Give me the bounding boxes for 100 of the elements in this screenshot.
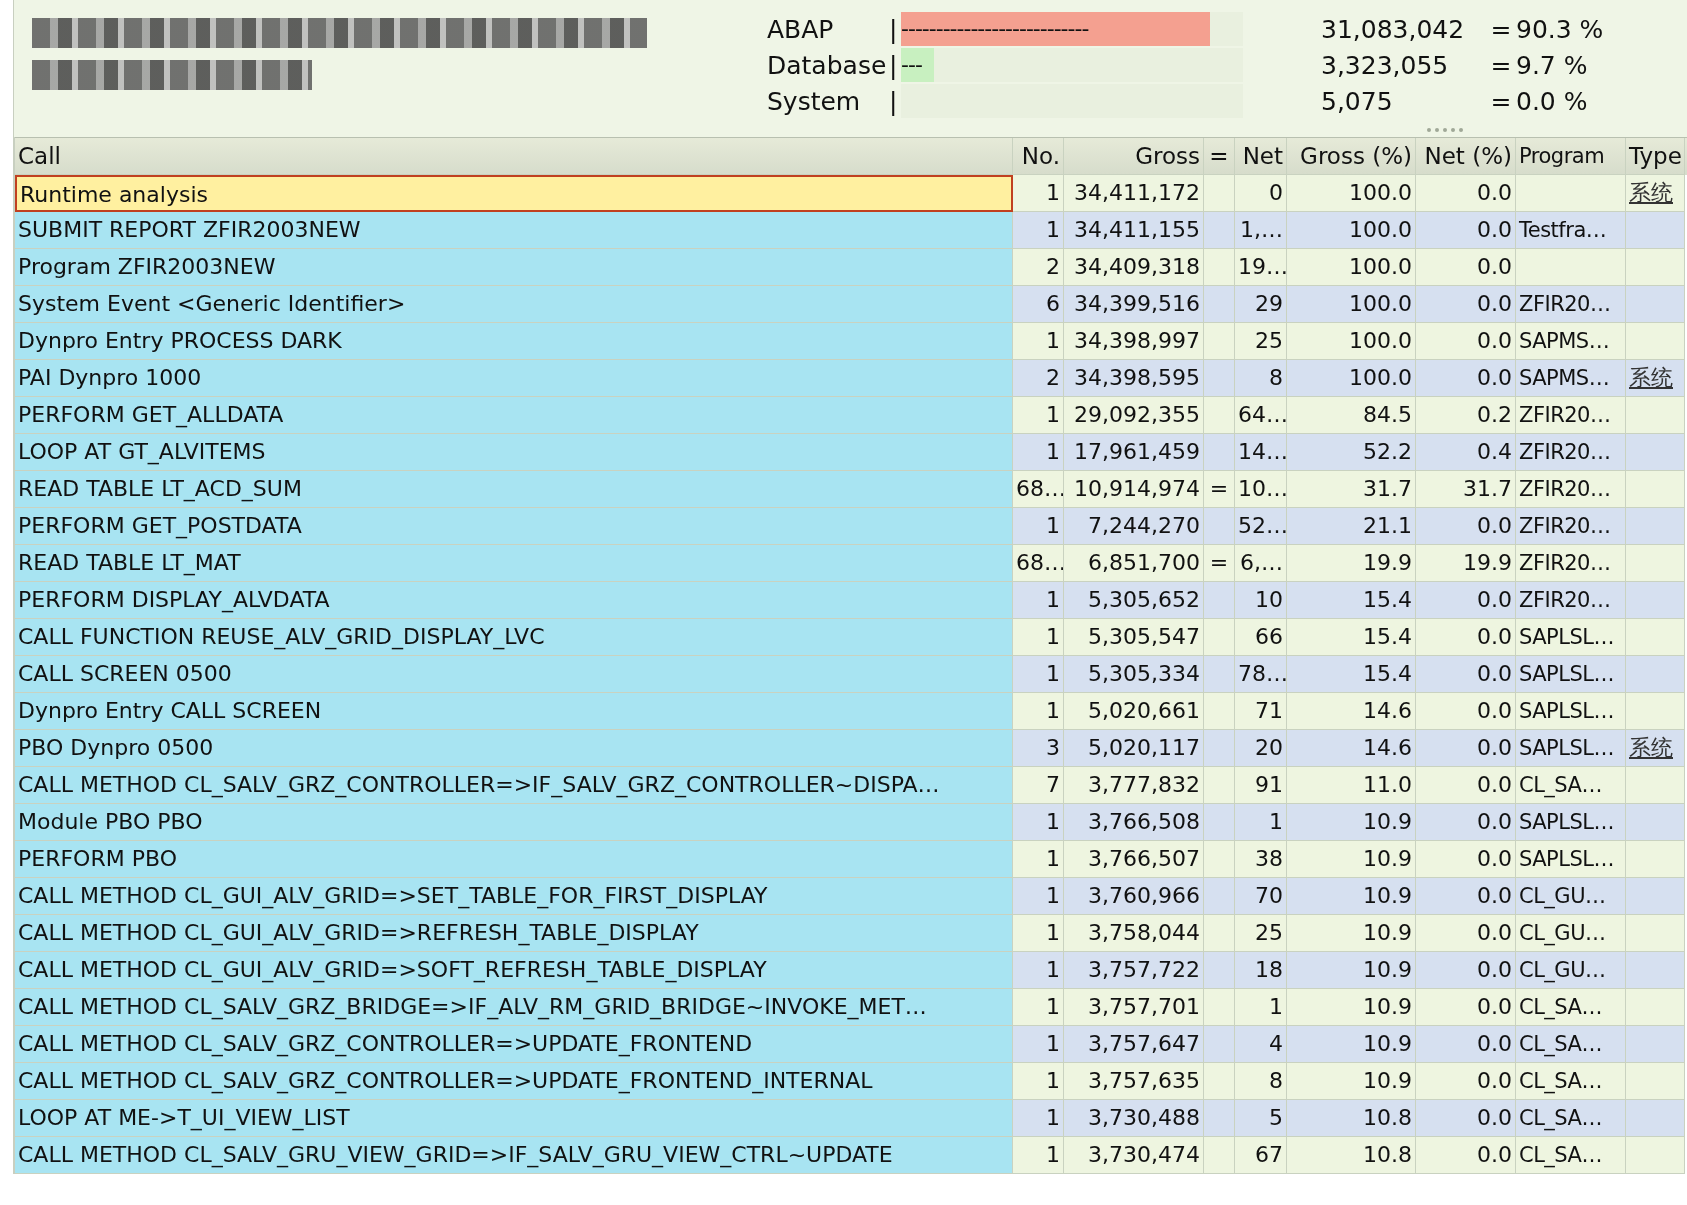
call-cell[interactable]: READ TABLE LT_ACD_SUM xyxy=(15,471,1013,508)
table-cell: 1 xyxy=(1013,212,1064,249)
table-cell: 0.0 xyxy=(1416,989,1516,1026)
table-cell: 67 xyxy=(1235,1137,1287,1174)
summary-label: System xyxy=(767,86,862,116)
call-cell[interactable]: PERFORM DISPLAY_ALVDATA xyxy=(15,582,1013,619)
table-cell: 1 xyxy=(1013,582,1064,619)
call-cell[interactable]: READ TABLE LT_MAT xyxy=(15,545,1013,582)
table-cell: SAPLSL… xyxy=(1516,804,1626,841)
table-cell: 1 xyxy=(1013,878,1064,915)
table-cell xyxy=(1204,323,1235,360)
table-cell: 6,… xyxy=(1235,545,1287,582)
table-cell: 1 xyxy=(1013,952,1064,989)
table-cell xyxy=(1626,619,1685,656)
table-cell: 19.9 xyxy=(1287,545,1416,582)
call-cell[interactable]: Runtime analysis xyxy=(15,175,1013,212)
table-cell xyxy=(1204,1137,1235,1174)
call-cell[interactable]: CALL METHOD CL_SALV_GRU_VIEW_GRID=>IF_SALV_GRU_VIEW_CTRL~UPDATE xyxy=(15,1137,1013,1174)
table-cell: 8 xyxy=(1235,360,1287,397)
table-cell: 3,730,488 xyxy=(1064,1100,1204,1137)
call-cell[interactable]: Dynpro Entry PROCESS DARK xyxy=(15,323,1013,360)
table-cell: SAPMS… xyxy=(1516,360,1626,397)
table-cell: 10… xyxy=(1235,471,1287,508)
table-cell: = xyxy=(1204,545,1235,582)
table-cell: 52… xyxy=(1235,508,1287,545)
call-cell[interactable]: CALL FUNCTION REUSE_ALV_GRID_DISPLAY_LVC xyxy=(15,619,1013,656)
table-cell: 64… xyxy=(1235,397,1287,434)
call-cell[interactable]: PERFORM GET_ALLDATA xyxy=(15,397,1013,434)
table-cell: CL_GU… xyxy=(1516,878,1626,915)
table-cell: 6,851,700 xyxy=(1064,545,1204,582)
call-cell[interactable]: SUBMIT REPORT ZFIR2003NEW xyxy=(15,212,1013,249)
call-cell[interactable]: CALL SCREEN 0500 xyxy=(15,656,1013,693)
table-cell: 10.9 xyxy=(1287,1063,1416,1100)
call-cell[interactable]: Module PBO PBO xyxy=(15,804,1013,841)
splitter-handle-icon[interactable] xyxy=(1426,127,1464,133)
table-cell xyxy=(1204,693,1235,730)
equals-sign: = xyxy=(1489,50,1513,80)
table-cell: 0.0 xyxy=(1416,767,1516,804)
table-cell: 1 xyxy=(1013,508,1064,545)
call-cell[interactable]: CALL METHOD CL_SALV_GRZ_CONTROLLER=>IF_SALV_GRZ_CONTROLLER~DISPA… xyxy=(15,767,1013,804)
table-cell: 1 xyxy=(1013,804,1064,841)
table-cell: 1 xyxy=(1013,989,1064,1026)
table-cell: 68… xyxy=(1013,471,1064,508)
call-cell[interactable]: PBO Dynpro 0500 xyxy=(15,730,1013,767)
table-cell: 0.0 xyxy=(1416,952,1516,989)
call-cell[interactable]: CALL METHOD CL_GUI_ALV_GRID=>SET_TABLE_FOR_FIRST_DISPLAY xyxy=(15,878,1013,915)
call-cell[interactable]: Dynpro Entry CALL SCREEN xyxy=(15,693,1013,730)
call-cell[interactable]: CALL METHOD CL_SALV_GRZ_CONTROLLER=>UPDATE_FRONTEND xyxy=(15,1026,1013,1063)
call-cell[interactable]: CALL METHOD CL_GUI_ALV_GRID=>REFRESH_TABLE_DISPLAY xyxy=(15,915,1013,952)
table-cell xyxy=(1204,878,1235,915)
table-cell: CL_GU… xyxy=(1516,952,1626,989)
table-cell: 1 xyxy=(1235,989,1287,1026)
table-cell: 0.0 xyxy=(1416,249,1516,286)
table-cell: 5,305,334 xyxy=(1064,656,1204,693)
bar-separator: | xyxy=(889,14,898,44)
call-cell[interactable]: CALL METHOD CL_GUI_ALV_GRID=>SOFT_REFRESH_TABLE_DISPLAY xyxy=(15,952,1013,989)
table-cell xyxy=(1204,989,1235,1026)
call-cell[interactable]: LOOP AT GT_ALVITEMS xyxy=(15,434,1013,471)
table-cell xyxy=(1204,804,1235,841)
call-cell[interactable]: PAI Dynpro 1000 xyxy=(15,360,1013,397)
table-cell: 2 xyxy=(1013,249,1064,286)
table-cell: 5,305,652 xyxy=(1064,582,1204,619)
table-cell xyxy=(1626,1100,1685,1137)
call-cell[interactable]: Program ZFIR2003NEW xyxy=(15,249,1013,286)
call-cell[interactable]: PERFORM GET_POSTDATA xyxy=(15,508,1013,545)
table-cell: 0.0 xyxy=(1416,508,1516,545)
type-link[interactable]: 系统 xyxy=(1629,365,1673,390)
table-cell: 1,… xyxy=(1235,212,1287,249)
table-cell: 0.0 xyxy=(1416,730,1516,767)
type-link[interactable]: 系统 xyxy=(1629,735,1673,760)
table-cell xyxy=(1626,471,1685,508)
table-cell: 5 xyxy=(1235,1100,1287,1137)
call-cell[interactable]: CALL METHOD CL_SALV_GRZ_CONTROLLER=>UPDATE_FRONTEND_INTERNAL xyxy=(15,1063,1013,1100)
type-link[interactable]: 系统 xyxy=(1629,180,1673,205)
table-cell xyxy=(1204,397,1235,434)
table-cell: 38 xyxy=(1235,841,1287,878)
table-cell: 0.0 xyxy=(1416,804,1516,841)
table-cell: 0.2 xyxy=(1416,397,1516,434)
table-cell: 0.0 xyxy=(1416,878,1516,915)
call-cell[interactable]: System Event <Generic Identifier> xyxy=(15,286,1013,323)
table-cell: SAPLSL… xyxy=(1516,841,1626,878)
table-cell: ZFIR20… xyxy=(1516,508,1626,545)
table-cell: 1 xyxy=(1013,1063,1064,1100)
call-cell[interactable]: LOOP AT ME->T_UI_VIEW_LIST xyxy=(15,1100,1013,1137)
call-cell[interactable]: CALL METHOD CL_SALV_GRZ_BRIDGE=>IF_ALV_RM_GRID_BRIDGE~INVOKE_MET… xyxy=(15,989,1013,1026)
bar-separator: | xyxy=(889,50,898,80)
call-cell[interactable]: PERFORM PBO xyxy=(15,841,1013,878)
table-cell: 20 xyxy=(1235,730,1287,767)
table-cell: 3,766,508 xyxy=(1064,804,1204,841)
table-cell: 100.0 xyxy=(1287,286,1416,323)
table-cell: 100.0 xyxy=(1287,249,1416,286)
table-cell: 29 xyxy=(1235,286,1287,323)
table-cell: 17,961,459 xyxy=(1064,434,1204,471)
table-cell: ZFIR20… xyxy=(1516,397,1626,434)
table-cell xyxy=(1204,434,1235,471)
table-cell: 10.8 xyxy=(1287,1100,1416,1137)
table-cell xyxy=(1204,841,1235,878)
table-cell: 14.6 xyxy=(1287,693,1416,730)
table-cell: 0.0 xyxy=(1416,212,1516,249)
table-cell: 10.9 xyxy=(1287,915,1416,952)
